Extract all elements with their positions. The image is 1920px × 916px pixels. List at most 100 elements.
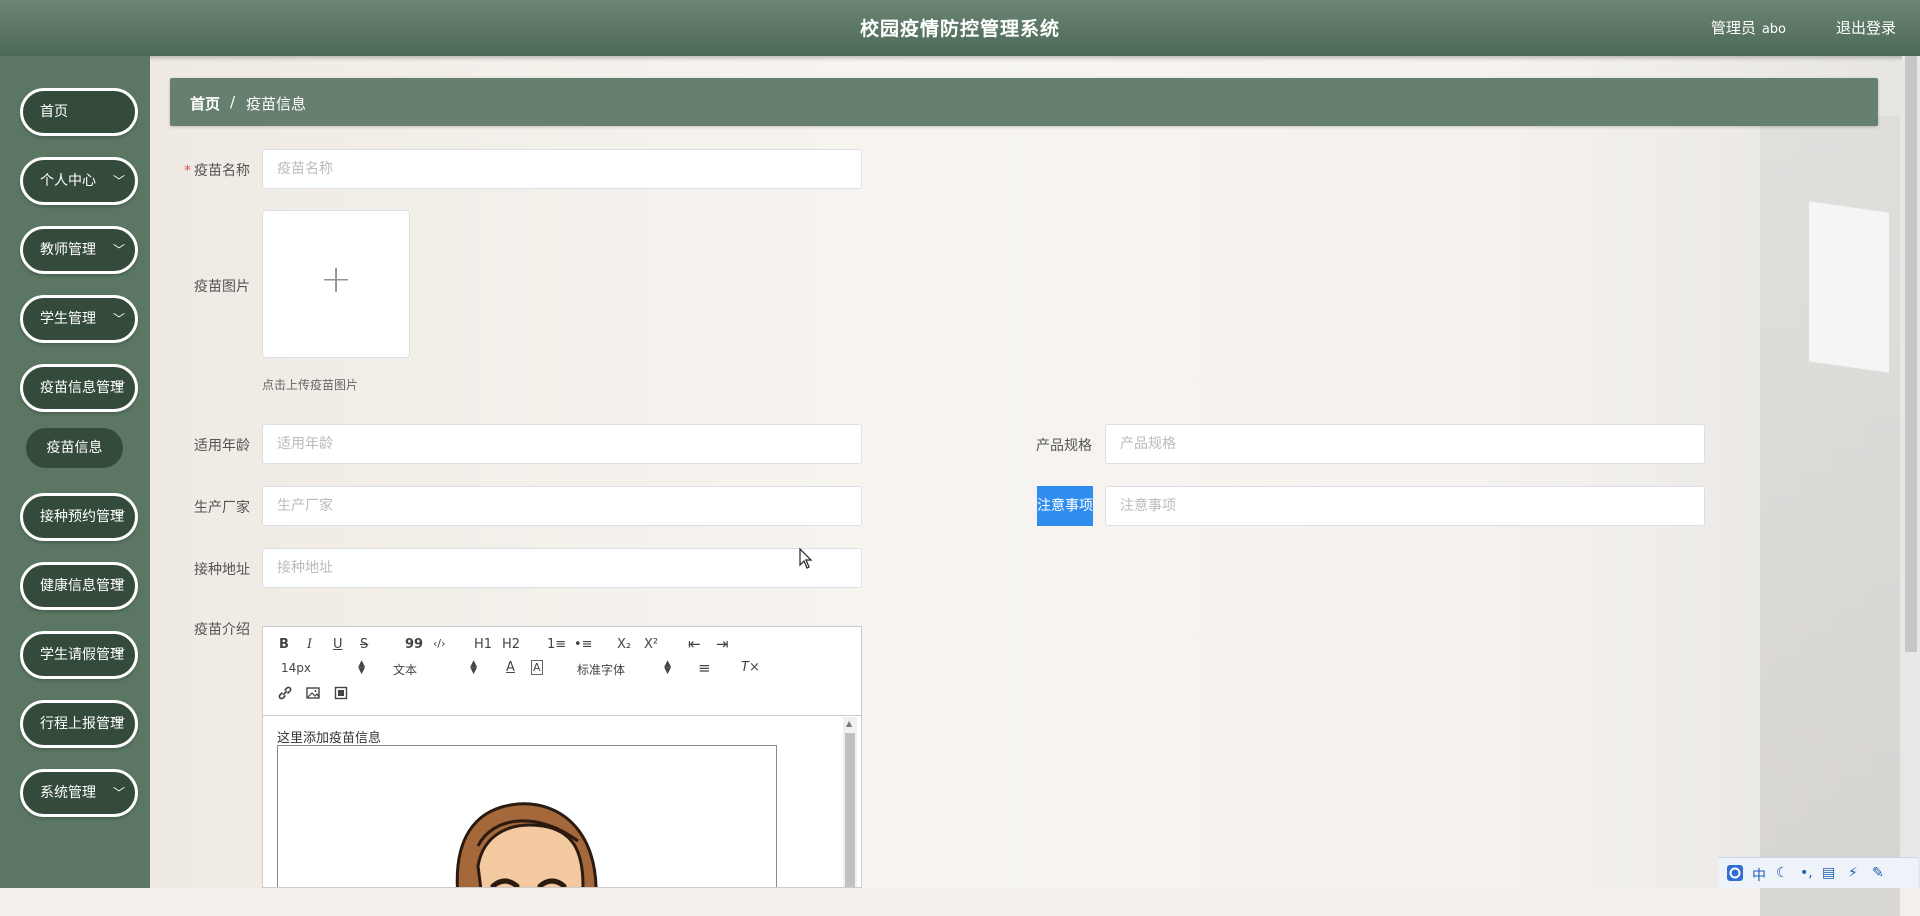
upload-tip: 点击上传疫苗图片 [262, 378, 359, 392]
font-size-value: 14px [281, 661, 311, 675]
sidebar-item-label: 行程上报管理 [40, 716, 124, 732]
notes-input[interactable] [1105, 486, 1705, 526]
h1-button[interactable]: H1 [474, 637, 492, 652]
image-icon[interactable] [305, 685, 321, 705]
sidebar-subitem-vaccine-info[interactable]: 疫苗信息 [26, 428, 123, 468]
video-icon[interactable] [333, 685, 349, 705]
ime-lightning-icon[interactable]: ⚡ [1848, 865, 1858, 881]
ime-punctuation-icon[interactable]: •, [1800, 865, 1813, 881]
outdent-button[interactable]: ⇤ [688, 635, 701, 653]
maker-input[interactable] [262, 486, 862, 526]
age-input[interactable] [262, 424, 862, 464]
ime-settings-icon[interactable]: ✎ [1872, 865, 1884, 881]
sidebar-item-personal-center[interactable]: 个人中心 ﹀ [20, 157, 138, 205]
chevron-down-icon: ﹀ [112, 579, 125, 593]
link-icon[interactable] [277, 685, 293, 705]
sidebar-item-label: 系统管理 [40, 785, 96, 801]
sidebar-item-label: 首页 [40, 104, 68, 120]
sidebar-item-teacher[interactable]: 教师管理 ﹀ [20, 226, 138, 274]
top-header: 校园疫情防控管理系统 管理员 abo 退出登录 [0, 0, 1920, 56]
sidebar-item-label: 疫苗信息管理 [40, 380, 124, 396]
mouse-cursor-icon [799, 547, 813, 574]
ime-moon-icon[interactable]: ☾ [1776, 865, 1789, 881]
updown-icon: ▲ ▼ [470, 659, 477, 676]
quote-button[interactable]: 99 [405, 637, 423, 652]
editor-scrollbar-thumb[interactable] [845, 733, 855, 887]
sidebar-item-appointment[interactable]: 接种预约管理 ﹀ [20, 493, 138, 541]
notes-label: 注意事项 [1037, 486, 1093, 526]
chevron-down-icon: ﹀ [112, 510, 125, 524]
sidebar-item-label: 接种预约管理 [40, 509, 124, 525]
sidebar-item-label: 教师管理 [40, 242, 96, 258]
user-role: 管理员 [1710, 19, 1756, 37]
editor-content-text[interactable]: 这里添加疫苗信息 [277, 727, 381, 746]
user-info: 管理员 abo [1711, 17, 1786, 38]
image-upload-box[interactable]: + [262, 210, 410, 358]
bold-button[interactable]: B [279, 637, 289, 652]
plus-icon: + [320, 257, 352, 301]
underline-button[interactable]: U [333, 637, 343, 652]
strikethrough-button[interactable]: S [360, 637, 368, 652]
background-color-button[interactable]: A [531, 660, 543, 675]
ime-keyboard-icon[interactable]: ▤ [1822, 865, 1835, 881]
sidebar-item-leave[interactable]: 学生请假管理 ﹀ [20, 631, 138, 679]
font-family-value: 标准字体 [577, 663, 626, 677]
editor-toolbar: B I U S 99 ‹/› H1 H2 1≡ •≡ X₂ X² ⇤ ⇥ 14p… [263, 627, 861, 716]
required-mark: * [184, 163, 191, 179]
chevron-down-icon: ﹀ [112, 717, 125, 731]
indent-button[interactable]: ⇥ [716, 635, 729, 653]
superscript-button[interactable]: X² [644, 637, 658, 652]
ordered-list-button[interactable]: 1≡ [547, 637, 566, 652]
text-format-value: 文本 [393, 663, 418, 677]
sidebar-item-trip[interactable]: 行程上报管理 ﹀ [20, 700, 138, 748]
page-scrollbar-thumb[interactable] [1905, 56, 1917, 652]
clear-format-button[interactable]: T× [741, 660, 760, 675]
editor-scrollbar[interactable]: ▲ [843, 717, 857, 887]
sidebar-item-label: 学生请假管理 [40, 647, 124, 663]
chevron-down-icon: ﹀ [112, 648, 125, 662]
spec-label: 产品规格 [1036, 438, 1092, 454]
age-label: 适用年龄 [194, 438, 250, 454]
unordered-list-button[interactable]: •≡ [574, 637, 593, 652]
spec-input[interactable] [1105, 424, 1705, 464]
sidebar-item-label: 健康信息管理 [40, 578, 124, 594]
chevron-down-icon: ﹀ [112, 312, 125, 326]
vaccine-name-label-text: 疫苗名称 [194, 163, 250, 179]
avatar-illustration [277, 745, 777, 887]
app-title: 校园疫情防控管理系统 [859, 18, 1060, 40]
italic-button[interactable]: I [307, 637, 312, 652]
text-format-select[interactable]: 文本 ▲ ▼ [393, 659, 477, 678]
sidebar-item-student[interactable]: 学生管理 ﹀ [20, 295, 138, 343]
maker-label: 生产厂家 [194, 500, 250, 516]
chevron-down-icon: ﹀ [112, 243, 125, 257]
sidebar-item-health[interactable]: 健康信息管理 ﹀ [20, 562, 138, 610]
sidebar-item-system[interactable]: 系统管理 ﹀ [20, 769, 138, 817]
font-size-select[interactable]: 14px ▲ ▼ [281, 660, 365, 676]
logout-button[interactable]: 退出登录 [1836, 17, 1896, 38]
ime-chinese-mode[interactable]: 中 [1752, 865, 1766, 885]
page-scrollbar[interactable] [1902, 56, 1920, 888]
breadcrumb-separator: / [230, 93, 236, 111]
address-input[interactable] [262, 548, 862, 588]
intro-label: 疫苗介绍 [194, 622, 250, 638]
sidebar-item-label: 学生管理 [40, 311, 96, 327]
vaccine-name-input[interactable] [262, 149, 862, 189]
code-button[interactable]: ‹/› [433, 637, 446, 650]
breadcrumb-home[interactable]: 首页 [190, 93, 220, 114]
arrow-up-icon[interactable]: ▲ [846, 719, 852, 728]
vaccine-name-label: * 疫苗名称 [170, 160, 250, 180]
subscript-button[interactable]: X₂ [617, 637, 631, 652]
ime-toolbar[interactable]: 中 ☾ •, ▤ ⚡ ✎ [1718, 857, 1918, 888]
sidebar-item-vaccine[interactable]: 疫苗信息管理 ﹀ [20, 364, 138, 412]
background-window [1808, 200, 1890, 374]
sidebar-item-home[interactable]: 首页 [20, 88, 138, 136]
h2-button[interactable]: H2 [502, 637, 520, 652]
font-color-button[interactable]: A [506, 660, 515, 675]
address-label: 接种地址 [194, 562, 250, 578]
rich-text-editor: B I U S 99 ‹/› H1 H2 1≡ •≡ X₂ X² ⇤ ⇥ 14p… [262, 626, 862, 888]
chevron-down-icon: ﹀ [112, 786, 125, 800]
updown-icon: ▲ ▼ [664, 659, 671, 676]
align-button[interactable]: ≡ [698, 659, 711, 677]
user-name: abo [1761, 22, 1786, 37]
font-family-select[interactable]: 标准字体 ▲ ▼ [577, 659, 671, 678]
